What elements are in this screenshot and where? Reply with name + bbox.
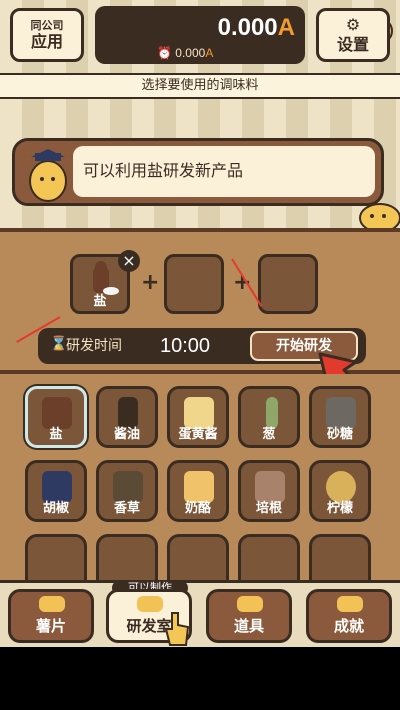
ingredient-label: 柠檬 [326,501,353,516]
money-main-value: 0.000 [217,14,278,41]
ingredient-label: 蛋黄酱 [178,427,218,442]
money-rate-value: 0.000 [175,46,206,60]
ingredient-cheese[interactable]: 奶酪 [167,460,229,522]
ingredient-label: 酱油 [113,427,140,442]
ingredient-slot-2[interactable] [164,254,224,314]
ingredient-locked[interactable] [25,534,87,580]
company-apps-line2: 应用 [30,31,63,51]
money-rate-unit: A [205,46,214,60]
nav-achievements[interactable]: 成就 [306,589,392,643]
ingredient-locked[interactable] [96,534,158,580]
nav-label: 成就 [333,617,364,635]
nav-label: 薯片 [35,617,66,635]
chips-icon [39,596,65,612]
tap-hand-icon [164,612,190,646]
ingredient-salt[interactable]: 盐 [25,386,87,448]
ingredient-locked[interactable] [238,534,300,580]
plus-sign: + [141,270,160,295]
company-apps-line1: 同公司 [30,18,64,32]
research-time-label: 研发时间 [66,338,122,354]
speech-text: 可以利用盐研发新产品 [73,146,375,197]
items-icon [237,596,263,612]
trophy-icon [337,596,363,612]
ingredient-soy-sauce[interactable]: 酱油 [96,386,158,448]
potato-professor-icon [29,149,67,202]
ingredient-green-onion[interactable]: 葱 [238,386,300,448]
game-screen: 同公司 应用 0.000A ⏰ 0.000A ⚙ 设置 选择要使用的调味料 可以… [0,0,400,647]
ingredient-label: 盐 [49,427,63,442]
ingredient-label: 胡椒 [42,501,69,516]
ingredient-bacon[interactable]: 培根 [238,460,300,522]
page-title: 选择要使用的调味料 [0,73,400,99]
ingredient-label: 奶酪 [184,501,211,516]
nav-chips[interactable]: 薯片 [8,589,94,643]
bottom-nav: 可以制作 薯片 研发室 道具 成就 [0,580,400,647]
ingredient-lemon[interactable]: 柠檬 [309,460,371,522]
speech-bubble: 可以利用盐研发新产品 [12,138,384,206]
ingredient-label: 葱 [262,427,276,442]
ingredient-vanilla[interactable]: 香草 [96,460,158,522]
hourglass-icon: ⌛ [50,336,68,352]
remove-ingredient-button[interactable]: × [118,250,140,272]
ingredient-label: 香草 [113,501,140,516]
ingredient-grid: 盐 酱油 蛋黄酱 葱 砂糖 胡椒 香草 奶酪 培根 柠檬 [0,374,400,580]
research-panel: 盐 × + + ⌛ 研发时间 10:00 开始研发 [0,228,400,394]
ingredient-mayonnaise[interactable]: 蛋黄酱 [167,386,229,448]
ingredient-sugar[interactable]: 砂糖 [309,386,371,448]
gear-icon: ⚙ [345,15,361,34]
settings-label: 设置 [336,35,369,54]
company-apps-button[interactable]: 同公司 应用 [10,8,84,62]
money-rate: ⏰ 0.000A [157,46,213,60]
ingredient-pepper[interactable]: 胡椒 [25,460,87,522]
ingredient-locked[interactable] [309,534,371,580]
ingredient-locked[interactable] [167,534,229,580]
research-time-value: 10:00 [160,335,211,357]
settings-button[interactable]: ⚙ 设置 [316,8,390,62]
lab-icon [137,596,163,612]
ingredient-label: 砂糖 [326,427,353,442]
ingredient-slot-3[interactable] [258,254,318,314]
money-main-unit: A [277,14,295,41]
money-main: 0.000A [218,14,295,42]
slot-1-label: 盐 [93,294,107,309]
ingredient-label: 培根 [255,501,282,516]
money-display: 0.000A ⏰ 0.000A [95,6,393,64]
nav-label: 道具 [233,617,264,635]
clock-icon: ⏰ [157,46,172,60]
nav-items[interactable]: 道具 [206,589,292,643]
